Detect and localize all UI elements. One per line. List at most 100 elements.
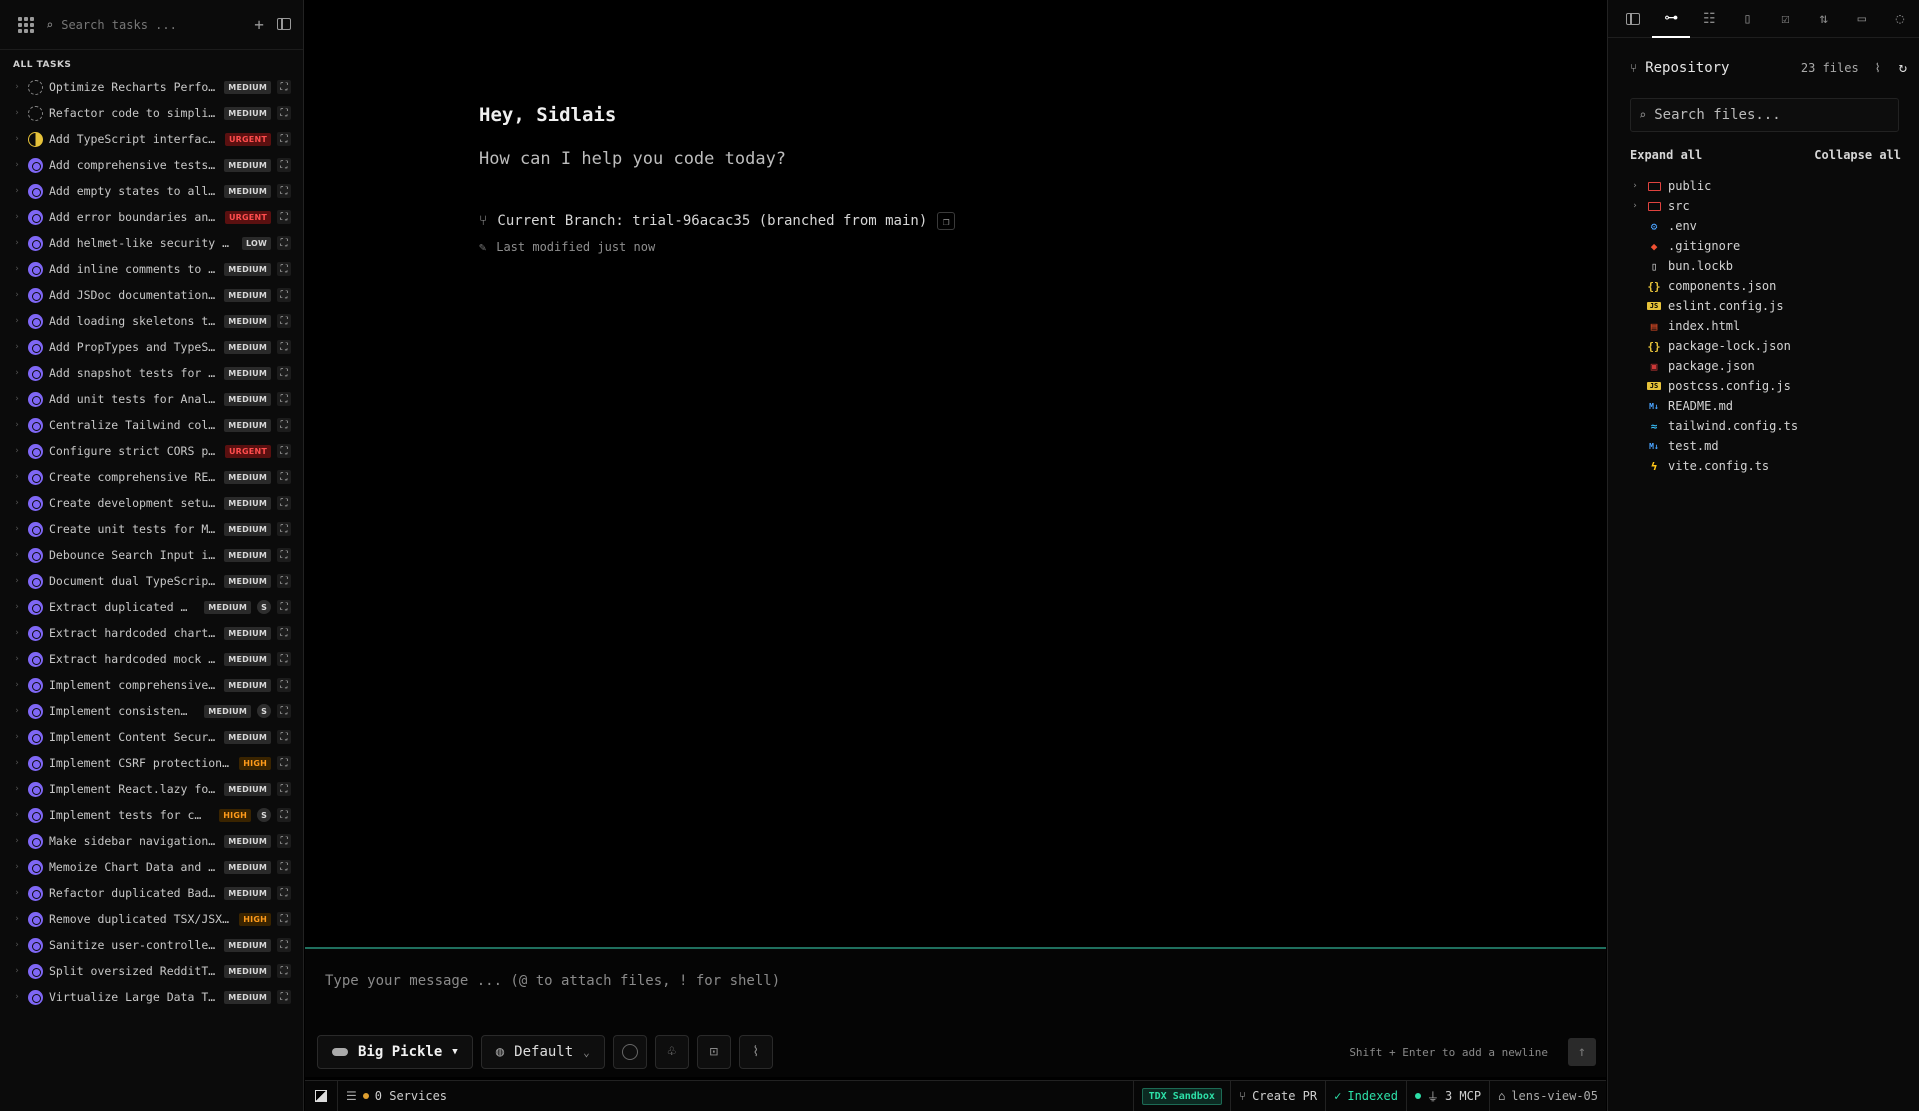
chevron-right-icon[interactable]: › bbox=[12, 784, 22, 794]
open-task-icon[interactable]: ⛶ bbox=[277, 288, 291, 302]
folder-item[interactable]: › public bbox=[1630, 176, 1919, 196]
chevron-right-icon[interactable]: › bbox=[12, 628, 22, 638]
chevron-right-icon[interactable]: › bbox=[12, 82, 22, 92]
chevron-right-icon[interactable]: › bbox=[12, 836, 22, 846]
task-row[interactable]: › Extract hardcoded mock … MEDIUM ⛶ bbox=[12, 646, 291, 672]
chevron-right-icon[interactable]: › bbox=[12, 238, 22, 248]
chevron-right-icon[interactable]: › bbox=[12, 992, 22, 1002]
chevron-right-icon[interactable]: › bbox=[12, 316, 22, 326]
task-row[interactable]: › Virtualize Large Data T… MEDIUM ⛶ bbox=[12, 984, 291, 1010]
open-task-icon[interactable]: ⛶ bbox=[277, 366, 291, 380]
task-row[interactable]: › Add inline comments to … MEDIUM ⛶ bbox=[12, 256, 291, 282]
tab-layout[interactable] bbox=[1614, 0, 1652, 38]
chevron-right-icon[interactable]: › bbox=[12, 550, 22, 560]
open-task-icon[interactable]: ⛶ bbox=[277, 496, 291, 510]
open-task-icon[interactable]: ⛶ bbox=[277, 860, 291, 874]
file-item[interactable]: ≈ tailwind.config.ts bbox=[1630, 416, 1919, 436]
task-row[interactable]: › Extract hardcoded chart… MEDIUM ⛶ bbox=[12, 620, 291, 646]
chevron-right-icon[interactable]: › bbox=[12, 602, 22, 612]
task-row[interactable]: › Implement tests for c… HIGH S ⛶ bbox=[12, 802, 291, 828]
task-row[interactable]: › Add TypeScript interfac… URGENT ⛶ bbox=[12, 126, 291, 152]
task-row[interactable]: › Extract duplicated … MEDIUM S ⛶ bbox=[12, 594, 291, 620]
task-row[interactable]: › Configure strict CORS p… URGENT ⛶ bbox=[12, 438, 291, 464]
task-row[interactable]: › Refactor duplicated Bad… MEDIUM ⛶ bbox=[12, 880, 291, 906]
chevron-right-icon[interactable]: › bbox=[12, 264, 22, 274]
open-task-icon[interactable]: ⛶ bbox=[277, 626, 291, 640]
chevron-right-icon[interactable]: › bbox=[12, 368, 22, 378]
file-item[interactable]: ▯ bun.lockb bbox=[1630, 256, 1919, 276]
open-task-icon[interactable]: ⛶ bbox=[277, 782, 291, 796]
chevron-right-icon[interactable]: › bbox=[12, 420, 22, 430]
task-row[interactable]: › Add PropTypes and TypeS… MEDIUM ⛶ bbox=[12, 334, 291, 360]
task-row[interactable]: › Implement CSRF protection… HIGH ⛶ bbox=[12, 750, 291, 776]
message-input[interactable] bbox=[325, 973, 1565, 1003]
task-row[interactable]: › Create unit tests for M… MEDIUM ⛶ bbox=[12, 516, 291, 542]
task-row[interactable]: › Add error boundaries an… URGENT ⛶ bbox=[12, 204, 291, 230]
open-task-icon[interactable]: ⛶ bbox=[277, 912, 291, 926]
file-search-input[interactable] bbox=[1654, 107, 1885, 123]
chevron-right-icon[interactable]: › bbox=[12, 862, 22, 872]
chevron-right-icon[interactable]: › bbox=[12, 524, 22, 534]
create-pr-button[interactable]: ⑂ Create PR bbox=[1231, 1080, 1327, 1111]
task-search-input[interactable] bbox=[61, 17, 242, 32]
chevron-right-icon[interactable]: › bbox=[12, 446, 22, 456]
chevron-right-icon[interactable]: › bbox=[12, 758, 22, 768]
task-row[interactable]: › Add empty states to all… MEDIUM ⛶ bbox=[12, 178, 291, 204]
task-row[interactable]: › Implement comprehensive… MEDIUM ⛶ bbox=[12, 672, 291, 698]
agents-button[interactable]: ♧ bbox=[654, 1035, 689, 1069]
task-row[interactable]: › Memoize Chart Data and … MEDIUM ⛶ bbox=[12, 854, 291, 880]
open-task-icon[interactable]: ⛶ bbox=[277, 756, 291, 770]
open-task-icon[interactable]: ⛶ bbox=[277, 808, 291, 822]
task-row[interactable]: › Make sidebar navigation… MEDIUM ⛶ bbox=[12, 828, 291, 854]
file-item[interactable]: ▤ index.html bbox=[1630, 316, 1919, 336]
theme-toggle[interactable] bbox=[305, 1080, 338, 1111]
open-task-icon[interactable]: ⛶ bbox=[277, 964, 291, 978]
open-task-icon[interactable]: ⛶ bbox=[277, 444, 291, 458]
open-task-icon[interactable]: ⛶ bbox=[277, 184, 291, 198]
task-row[interactable]: › Split oversized RedditT… MEDIUM ⛶ bbox=[12, 958, 291, 984]
tab-document[interactable]: ▯ bbox=[1728, 0, 1766, 38]
open-task-icon[interactable]: ⛶ bbox=[277, 704, 291, 718]
folder-item[interactable]: › src bbox=[1630, 196, 1919, 216]
open-task-icon[interactable]: ⛶ bbox=[277, 834, 291, 848]
chevron-right-icon[interactable]: › bbox=[12, 966, 22, 976]
file-item[interactable]: ▣ package.json bbox=[1630, 356, 1919, 376]
open-task-icon[interactable]: ⛶ bbox=[277, 548, 291, 562]
task-row[interactable]: › Add unit tests for Anal… MEDIUM ⛶ bbox=[12, 386, 291, 412]
chevron-right-icon[interactable]: › bbox=[12, 914, 22, 924]
tab-files[interactable]: ⊶ bbox=[1652, 0, 1691, 38]
chevron-right-icon[interactable]: › bbox=[12, 186, 22, 196]
copy-icon[interactable]: ❐ bbox=[937, 212, 956, 230]
indexed-status[interactable]: ✓ Indexed bbox=[1326, 1080, 1407, 1111]
tab-sort[interactable]: ⇅ bbox=[1805, 0, 1843, 38]
task-row[interactable]: › Sanitize user-controlle… MEDIUM ⛶ bbox=[12, 932, 291, 958]
task-row[interactable]: › Remove duplicated TSX/JSX… HIGH ⛶ bbox=[12, 906, 291, 932]
task-row[interactable]: › Implement consisten… MEDIUM S ⛶ bbox=[12, 698, 291, 724]
open-task-icon[interactable]: ⛶ bbox=[277, 262, 291, 276]
task-row[interactable]: › Implement React.lazy fo… MEDIUM ⛶ bbox=[12, 776, 291, 802]
file-item[interactable]: ⚙ .env bbox=[1630, 216, 1919, 236]
chevron-right-icon[interactable]: › bbox=[1630, 201, 1640, 211]
open-task-icon[interactable]: ⛶ bbox=[277, 158, 291, 172]
chevron-right-icon[interactable]: › bbox=[12, 706, 22, 716]
task-row[interactable]: › Create comprehensive RE… MEDIUM ⛶ bbox=[12, 464, 291, 490]
open-task-icon[interactable]: ⛶ bbox=[277, 106, 291, 120]
chevron-right-icon[interactable]: › bbox=[12, 472, 22, 482]
open-task-icon[interactable]: ⛶ bbox=[277, 132, 291, 146]
open-task-icon[interactable]: ⛶ bbox=[277, 886, 291, 900]
task-row[interactable]: › Create development setu… MEDIUM ⛶ bbox=[12, 490, 291, 516]
chevron-right-icon[interactable]: › bbox=[12, 108, 22, 118]
model-selector[interactable]: Big Pickle ▼ bbox=[317, 1035, 473, 1069]
open-task-icon[interactable]: ⛶ bbox=[277, 600, 291, 614]
send-button[interactable]: ↑ bbox=[1568, 1038, 1596, 1066]
tab-checklist[interactable]: ☷ bbox=[1690, 0, 1728, 38]
open-task-icon[interactable]: ⛶ bbox=[277, 990, 291, 1004]
open-task-icon[interactable]: ⛶ bbox=[277, 340, 291, 354]
chevron-right-icon[interactable]: › bbox=[12, 810, 22, 820]
attach-button[interactable]: ⌇ bbox=[738, 1035, 773, 1069]
chevron-right-icon[interactable]: › bbox=[12, 342, 22, 352]
open-task-icon[interactable]: ⛶ bbox=[277, 80, 291, 94]
task-row[interactable]: › Add JSDoc documentation… MEDIUM ⛶ bbox=[12, 282, 291, 308]
open-task-icon[interactable]: ⛶ bbox=[277, 314, 291, 328]
refresh-icon[interactable]: ↻ bbox=[1899, 60, 1907, 76]
